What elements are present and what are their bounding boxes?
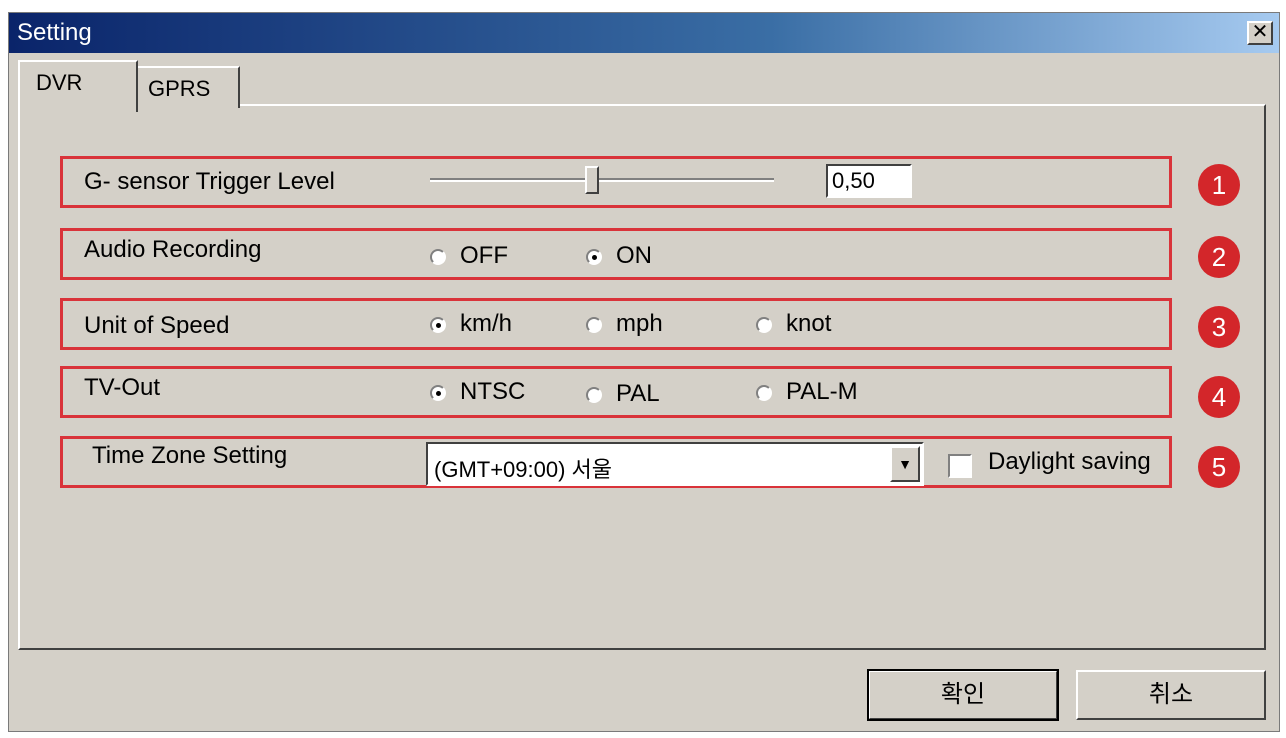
close-icon: ✕: [1251, 21, 1269, 43]
ok-button[interactable]: 확인: [867, 669, 1059, 721]
title-bar[interactable]: Setting ✕: [9, 13, 1279, 53]
tab-dvr[interactable]: DVR: [18, 60, 138, 112]
tab-panel-dvr: [18, 104, 1266, 650]
tab-gprs-label: GPRS: [148, 76, 211, 101]
cancel-button[interactable]: 취소: [1076, 670, 1266, 720]
close-button[interactable]: ✕: [1247, 21, 1273, 45]
tab-gprs[interactable]: GPRS: [136, 66, 240, 108]
tab-dvr-label: DVR: [36, 70, 83, 95]
window-title: Setting: [17, 19, 92, 46]
